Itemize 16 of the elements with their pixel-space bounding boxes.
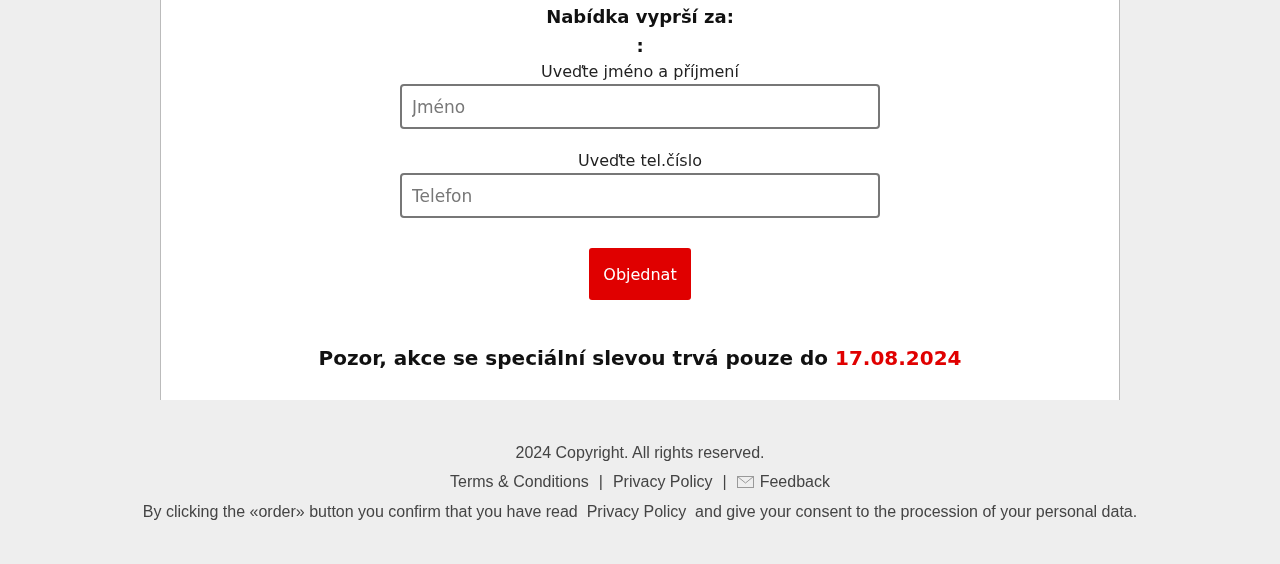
footer-link[interactable]: Terms & Conditions [450,472,589,491]
field-label: Uveďte jméno a příjmení [541,62,739,82]
footer-link[interactable]: Privacy Policy [612,472,713,491]
separator: | [722,472,727,491]
field-label: Uveďte tel.číslo [578,151,702,171]
input-field[interactable]: Telefon [400,173,880,218]
mail-icon [736,475,754,488]
countdown: : [636,34,644,58]
offer-title: Nabídka vyprší za: [546,5,734,29]
consent-text: By clicking the «order» button you confirm that you have read Privacy Policy and give your consent to the procession of your personal data. [142,503,1138,521]
separator: | [598,472,603,491]
privacy-link[interactable]: Privacy Policy [586,503,687,521]
feedback-link[interactable]: Feedback [736,472,830,491]
offer-notice: Pozor, akce se speciální slevou trvá pouze do 17.08.2024 [318,346,962,370]
copyright-text: 2024 Copyright. All rights reserved. [515,443,765,462]
order-button[interactable]: Objednat [589,248,691,300]
